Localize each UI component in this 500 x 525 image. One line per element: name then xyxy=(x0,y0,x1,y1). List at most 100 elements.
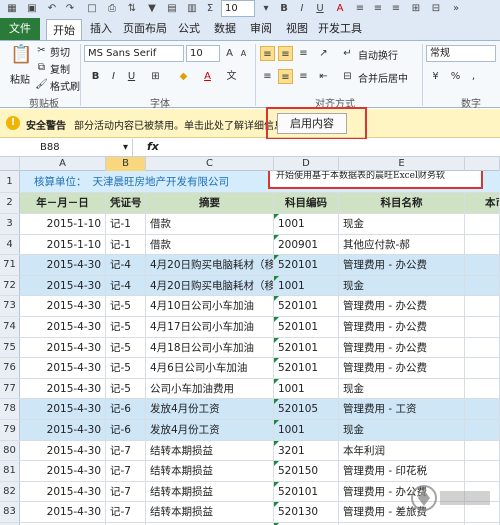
voucher-cell[interactable]: 记-5 xyxy=(106,358,146,378)
subject-name-cell[interactable]: 本年利润 xyxy=(339,440,465,461)
subject-name-cell[interactable]: 其他应付款-郝 xyxy=(339,234,465,255)
date-cell[interactable]: 2015-4-30 xyxy=(20,440,106,461)
voucher-cell[interactable]: 记-1 xyxy=(106,214,146,234)
header-currency[interactable]: 本币 xyxy=(465,193,500,213)
function-icon[interactable]: fx xyxy=(147,140,159,153)
row-header[interactable]: 3 xyxy=(0,214,20,234)
voucher-cell[interactable]: 记-7 xyxy=(106,461,146,481)
quick-font-size[interactable]: 10 xyxy=(221,0,255,17)
tab-review[interactable]: 审阅 xyxy=(244,18,278,40)
italic-icon[interactable]: I xyxy=(294,1,310,16)
amount-cell[interactable] xyxy=(465,399,500,419)
subject-code-cell[interactable]: 520130 xyxy=(274,502,339,522)
subject-name-cell[interactable]: 现金 xyxy=(339,275,465,296)
column-header-d[interactable]: D xyxy=(274,157,339,171)
summary-cell[interactable]: 借款 xyxy=(146,214,274,234)
bold-button[interactable]: B xyxy=(88,69,103,84)
voucher-cell[interactable]: 记-7 xyxy=(106,481,146,502)
voucher-cell[interactable]: 记-7 xyxy=(106,440,146,461)
subject-name-cell[interactable]: 现金 xyxy=(339,420,465,440)
paste-icon[interactable]: 📋 xyxy=(10,46,32,69)
align-center-icon[interactable]: ≡ xyxy=(278,69,293,84)
header-subject-code[interactable]: 科目编码 xyxy=(274,193,339,213)
summary-cell[interactable]: 发放4月份工资 xyxy=(146,399,274,419)
grow-font-icon[interactable]: A xyxy=(222,46,237,61)
redo-icon[interactable]: ↷ xyxy=(62,1,78,16)
voucher-cell[interactable]: 记-5 xyxy=(106,378,146,399)
subject-code-cell[interactable]: 1001 xyxy=(274,275,339,296)
cut-button[interactable]: 剪切 xyxy=(50,44,70,59)
date-cell[interactable]: 2015-4-30 xyxy=(20,461,106,481)
row-header[interactable]: 4 xyxy=(0,234,20,255)
date-cell[interactable]: 2015-4-30 xyxy=(20,255,106,275)
orientation-icon[interactable]: ↗ xyxy=(316,46,331,61)
shrink-font-icon[interactable]: A xyxy=(236,46,251,61)
date-cell[interactable]: 2015-4-30 xyxy=(20,275,106,296)
voucher-cell[interactable]: 记-5 xyxy=(106,337,146,358)
row-header[interactable]: 75 xyxy=(0,337,20,358)
undo-icon[interactable]: ↶ xyxy=(44,1,60,16)
row-header[interactable]: 80 xyxy=(0,440,20,461)
subject-code-cell[interactable]: 1001 xyxy=(274,378,339,399)
voucher-cell[interactable]: 记-4 xyxy=(106,255,146,275)
percent-button[interactable]: % xyxy=(448,69,463,84)
column-header-a[interactable]: A xyxy=(20,157,106,171)
align-middle-icon[interactable]: ≡ xyxy=(278,46,293,61)
amount-cell[interactable] xyxy=(465,337,500,358)
comma-button[interactable]: , xyxy=(466,69,481,84)
date-cell[interactable]: 2015-1-10 xyxy=(20,234,106,255)
summary-cell[interactable]: 结转本期损益 xyxy=(146,440,274,461)
voucher-cell[interactable]: 记-5 xyxy=(106,317,146,337)
summary-cell[interactable]: 4月20日购买电脑耗材（移动 xyxy=(146,255,274,275)
row-header[interactable]: 81 xyxy=(0,461,20,481)
font-name-select[interactable]: MS Sans Serif xyxy=(84,45,184,62)
voucher-cell[interactable]: 记-4 xyxy=(106,275,146,296)
summary-cell[interactable]: 结转本期损益 xyxy=(146,461,274,481)
summary-cell[interactable]: 4月18日公司小车加油 xyxy=(146,337,274,358)
align-right-icon[interactable]: ≡ xyxy=(388,1,404,16)
amount-cell[interactable] xyxy=(465,440,500,461)
underline-icon[interactable]: U xyxy=(312,1,328,16)
subject-name-cell[interactable]: 管理费用 - 办公费 xyxy=(339,255,465,275)
tab-view[interactable]: 视图 xyxy=(280,18,314,40)
border-icon[interactable]: ⊞ xyxy=(408,1,424,16)
date-cell[interactable]: 2015-4-30 xyxy=(20,378,106,399)
company-cell[interactable]: 核算单位： 天津晨旺房地产开发有限公司 xyxy=(20,171,274,192)
voucher-cell[interactable]: 记-5 xyxy=(106,296,146,316)
summary-cell[interactable]: 4月17日公司小车加油 xyxy=(146,317,274,337)
align-center-icon[interactable]: ≡ xyxy=(370,1,386,16)
amount-cell[interactable] xyxy=(465,234,500,255)
voucher-cell[interactable]: 记-1 xyxy=(106,234,146,255)
subject-name-cell[interactable]: 管理费用 - 办公费 xyxy=(339,317,465,337)
align-left-icon[interactable]: ≡ xyxy=(352,1,368,16)
summary-cell[interactable]: 4月20日购买电脑耗材（移动 xyxy=(146,275,274,296)
copy-button[interactable]: 复制 xyxy=(50,61,70,76)
subject-code-cell[interactable]: 520150 xyxy=(274,461,339,481)
sum-icon[interactable]: Σ xyxy=(202,1,218,16)
row-header[interactable]: 73 xyxy=(0,296,20,316)
align-top-icon[interactable]: ≡ xyxy=(260,46,275,61)
date-cell[interactable]: 2015-4-30 xyxy=(20,420,106,440)
name-box[interactable]: B88 ▾ xyxy=(0,139,133,156)
summary-cell[interactable]: 结转本期损益 xyxy=(146,481,274,502)
subject-code-cell[interactable]: 520101 xyxy=(274,358,339,378)
row-header[interactable]: 74 xyxy=(0,317,20,337)
bold-icon[interactable]: B xyxy=(276,1,292,16)
wrap-text-button[interactable]: 自动换行 xyxy=(358,47,398,62)
phonetic-icon[interactable]: 文 xyxy=(224,69,239,84)
enable-content-button[interactable]: 启用内容 xyxy=(277,113,347,134)
subject-code-cell[interactable]: 1001 xyxy=(274,420,339,440)
row-header[interactable]: 71 xyxy=(0,255,20,275)
subject-code-cell[interactable]: 3201 xyxy=(274,440,339,461)
subject-code-cell[interactable]: 520101 xyxy=(274,481,339,502)
row-header[interactable]: 77 xyxy=(0,378,20,399)
more-icon[interactable]: » xyxy=(448,1,464,16)
subject-code-cell[interactable]: 1001 xyxy=(274,214,339,234)
summary-cell[interactable]: 发放4月份工资 xyxy=(146,420,274,440)
subject-code-cell[interactable]: 520101 xyxy=(274,337,339,358)
row-header[interactable]: 78 xyxy=(0,399,20,419)
row-header[interactable]: 83 xyxy=(0,502,20,522)
italic-button[interactable]: I xyxy=(106,69,121,84)
formula-input[interactable] xyxy=(160,139,500,156)
amount-cell[interactable] xyxy=(465,378,500,399)
